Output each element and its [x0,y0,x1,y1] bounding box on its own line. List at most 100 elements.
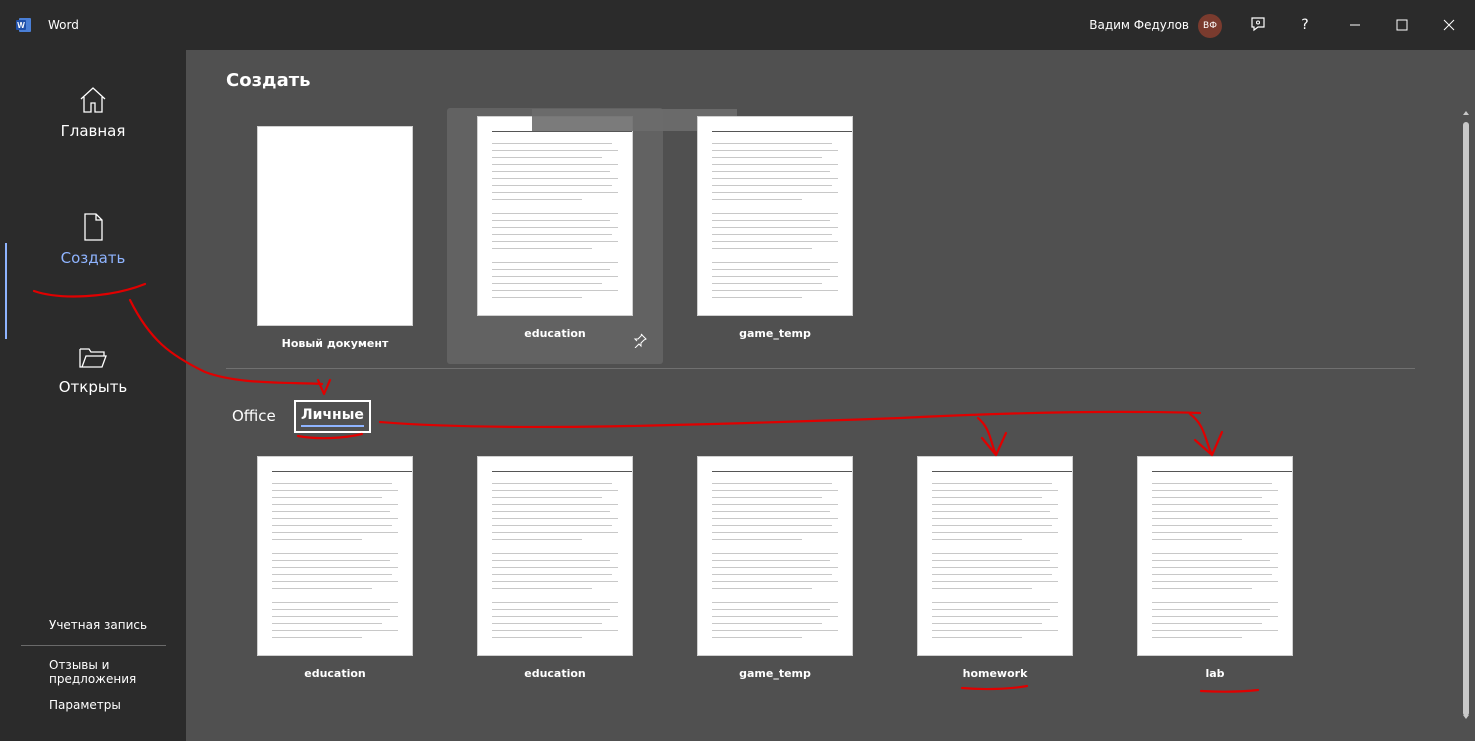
thumbnail-text-line [492,483,612,484]
sidebar-item-label: Открыть [58,378,128,396]
thumbnail-text-line [1152,630,1278,631]
thumbnail-text-line [1152,560,1270,561]
thumbnail-text-line [712,511,830,512]
thumbnail-text-line [272,602,398,603]
thumbnail-text-line [272,518,398,519]
template-personal-education-2[interactable]: education [477,456,633,680]
tab-personal[interactable]: Личные [294,400,371,433]
thumbnail-text-line [712,525,832,526]
thumbnail-text-line [712,276,838,277]
thumbnail-text-line [492,574,612,575]
thumbnail-text-line [272,567,398,568]
thumbnail-text-line [932,581,1058,582]
thumbnail-text-line [272,525,392,526]
maximize-icon[interactable] [1387,10,1417,40]
template-personal-homework[interactable]: homework [917,456,1073,680]
thumbnail-text-line [272,560,390,561]
thumbnail-text-line [492,581,618,582]
thumbnail-text-line [712,609,830,610]
thumbnail-text-line [492,553,618,554]
pin-icon[interactable] [632,332,648,348]
template-name: education [304,667,366,680]
thumbnail-text-line [492,567,618,568]
thumbnail-text-line [272,581,398,582]
sidebar: Главная Создать Открыть Учетная запись О… [0,50,186,741]
thumbnail-text-line [712,504,838,505]
thumbnail-text-line [492,532,618,533]
thumbnail-text-line [272,497,382,498]
template-personal-lab[interactable]: lab [1137,456,1293,680]
thumbnail-text-line [1152,637,1242,638]
thumbnail-text-line [712,290,838,291]
tab-label: Личные [301,407,364,423]
main-panel: Создать Новый документ education game_te… [186,50,1475,741]
thumbnail-text-line [932,518,1058,519]
thumbnail-text-line [272,630,398,631]
template-thumbnail [697,116,853,316]
template-featured-game-temp[interactable]: game_temp [697,116,853,340]
sidebar-item-create[interactable]: Создать [0,211,186,267]
sidebar-link-feedback[interactable]: Отзывы и предложения [49,658,186,686]
thumbnail-text-line [1152,518,1278,519]
thumbnail-text-line [1152,504,1278,505]
thumbnail-text-line [492,623,602,624]
minimize-icon[interactable] [1340,10,1370,40]
thumbnail-text-line [712,637,802,638]
thumbnail-text-line [932,602,1058,603]
thumbnail-text-line [492,276,618,277]
tab-office[interactable]: Office [232,407,276,425]
thumbnail-text-line [712,185,832,186]
thumbnail-text-line [272,588,372,589]
sidebar-link-options[interactable]: Параметры [49,698,121,712]
thumbnail-text-line [492,178,618,179]
open-folder-icon [79,348,107,368]
sidebar-item-open[interactable]: Открыть [0,340,186,396]
thumbnail-text-line [492,609,610,610]
thumbnail-text-line [492,199,582,200]
thumbnail-text-line [1152,525,1272,526]
thumbnail-text-line [1152,539,1242,540]
thumbnail-text-line [712,602,838,603]
thumbnail-text-line [932,637,1022,638]
thumbnail-text-line [272,623,382,624]
tab-selected-underline [301,425,364,427]
thumbnail-text-line [272,553,398,554]
template-personal-game-temp[interactable]: game_temp [697,456,853,680]
word-logo-icon: W [16,18,31,32]
thumbnail-text-line [712,171,830,172]
thumbnail-text-line [932,525,1052,526]
page-title: Создать [226,70,311,91]
thumbnail-text-line [272,539,362,540]
help-button[interactable]: ? [1290,10,1320,40]
thumbnail-text-line [932,483,1052,484]
thumbnail-text-line [712,262,838,263]
sidebar-divider [21,645,166,646]
thumbnail-text-line [712,178,838,179]
thumbnail-text-line [492,131,632,132]
avatar[interactable]: ВФ [1198,14,1222,38]
thumbnail-text-line [492,602,618,603]
template-name: homework [962,667,1028,680]
scrollbar-thumb[interactable] [1463,122,1469,716]
thumbnail-text-line [932,553,1058,554]
thumbnail-text-line [492,227,618,228]
thumbnail-text-line [712,532,838,533]
close-icon[interactable] [1434,10,1464,40]
thumbnail-text-line [272,532,398,533]
thumbnail-text-line [492,269,610,270]
template-featured-education[interactable]: education [477,116,633,340]
sidebar-link-account[interactable]: Учетная запись [49,618,147,632]
thumbnail-text-line [492,297,582,298]
thumbnail-text-line [712,269,830,270]
thumbnail-text-line [712,539,802,540]
template-personal-education-1[interactable]: education [257,456,413,680]
thumbnail-text-line [1152,602,1278,603]
template-blank-document[interactable]: Новый документ [257,126,413,350]
thumbnail-text-line [492,637,582,638]
new-document-icon [84,213,103,241]
thumbnail-text-line [272,637,362,638]
feedback-icon[interactable] [1243,10,1273,40]
user-name[interactable]: Вадим Федулов [1089,18,1189,32]
template-thumbnail [257,456,413,656]
sidebar-item-home[interactable]: Главная [0,84,186,140]
